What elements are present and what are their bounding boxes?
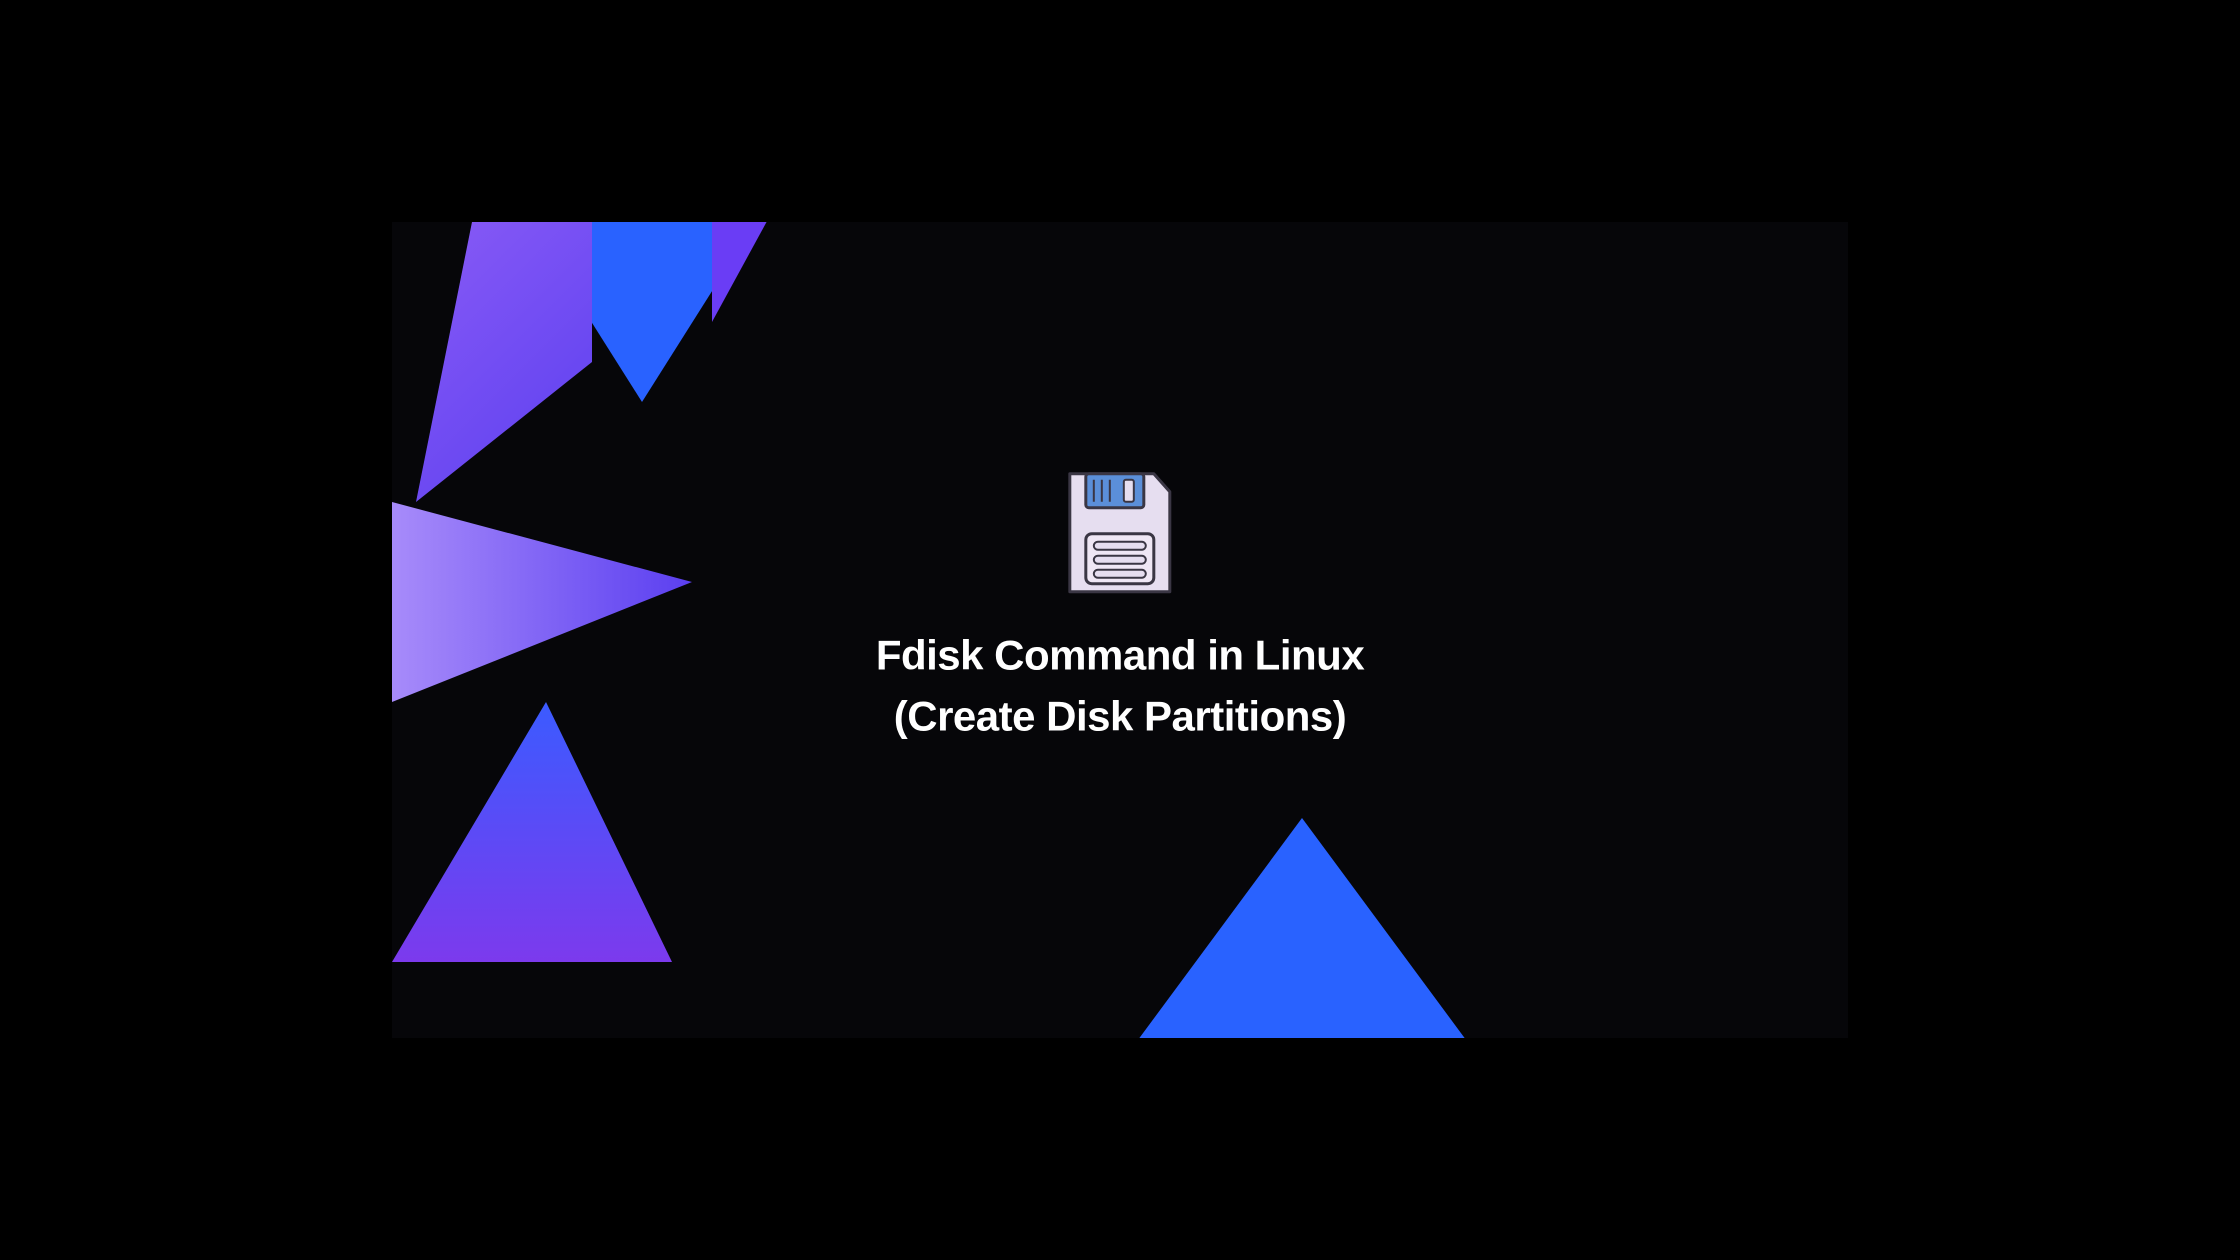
hero-title: Fdisk Command in Linux (Create Disk Part… (876, 626, 1364, 748)
decorative-triangle-bottom-right (392, 702, 672, 962)
decorative-triangle-top-left-purple (712, 222, 772, 322)
decorative-triangle-top-right (392, 222, 592, 502)
center-content: Fdisk Command in Linux (Create Disk Part… (876, 468, 1364, 748)
floppy-disk-icon (1064, 468, 1176, 598)
hero-banner: Fdisk Command in Linux (Create Disk Part… (392, 222, 1848, 1038)
decorative-triangle-bottom-center (1132, 818, 1472, 1038)
decorative-triangle-bottom-left (392, 502, 692, 702)
title-line-2: (Create Disk Partitions) (876, 687, 1364, 748)
title-line-1: Fdisk Command in Linux (876, 626, 1364, 687)
